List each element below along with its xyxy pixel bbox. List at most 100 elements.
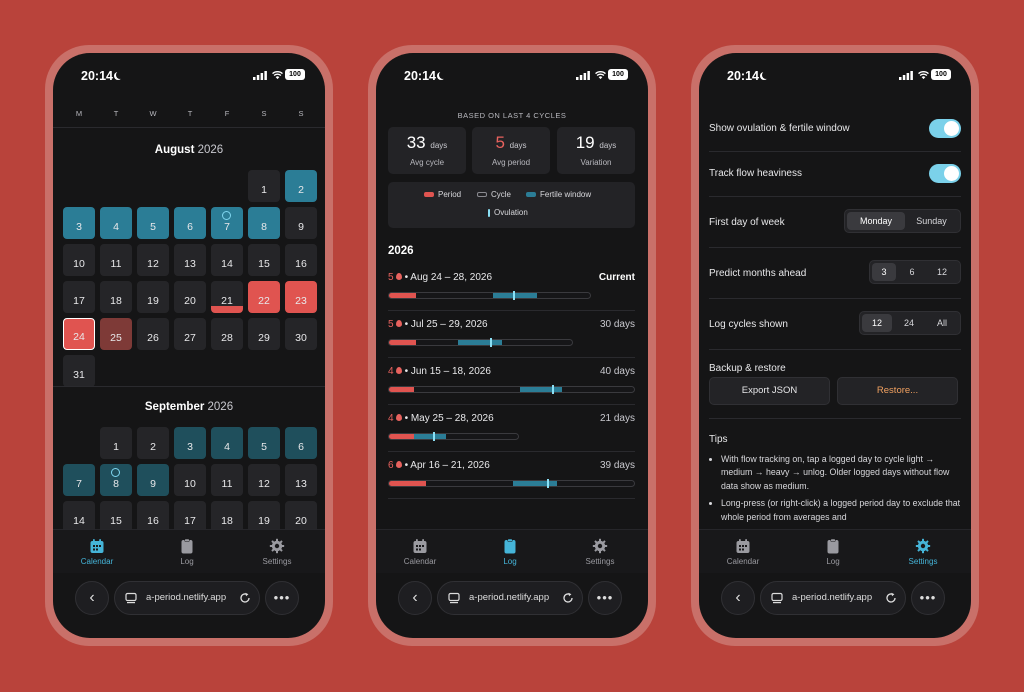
tab-log[interactable]: Log [480, 538, 540, 566]
calendar-day[interactable]: 10 [63, 244, 95, 276]
reload-icon[interactable] [239, 592, 251, 604]
cycle-row[interactable]: 4 • Jun 15 – 18, 2026 40 days [388, 366, 635, 412]
tab-settings[interactable]: Settings [893, 538, 953, 566]
weekday-header: M T W T F S S [63, 109, 315, 121]
chart-legend: Period Cycle Fertile window Ovulation [388, 182, 635, 228]
more-icon: ••• [919, 590, 937, 605]
restore-button[interactable]: Restore... [837, 377, 958, 405]
option-24[interactable]: 24 [892, 314, 926, 332]
calendar-day[interactable]: 7 [211, 207, 243, 239]
calendar-day[interactable]: 9 [137, 464, 169, 496]
more-button[interactable]: ••• [588, 581, 622, 615]
calendar-day[interactable]: 29 [248, 318, 280, 350]
status-time: 20:14 [81, 69, 124, 83]
calendar-day[interactable]: 12 [137, 244, 169, 276]
calendar-day[interactable]: 4 [211, 427, 243, 459]
calendar-day[interactable]: 12 [248, 464, 280, 496]
show-ovulation-toggle[interactable] [929, 119, 961, 138]
stat-label: Variation [580, 158, 612, 167]
gear-icon [915, 538, 931, 554]
calendar-day[interactable]: 2 [285, 170, 317, 202]
divider [709, 349, 961, 350]
cycle-row[interactable]: 4 • May 25 – 28, 2026 21 days [388, 413, 635, 459]
calendar-day[interactable]: 27 [174, 318, 206, 350]
calendar-day[interactable]: 21 [211, 281, 243, 313]
calendar-day[interactable]: 22 [248, 281, 280, 313]
option-monday[interactable]: Monday [847, 212, 905, 230]
setting-label: Track flow heaviness [709, 168, 802, 179]
tab-calendar[interactable]: Calendar [67, 538, 127, 566]
stat-value: 5 days [495, 133, 527, 152]
setting-label: Log cycles shown [709, 319, 788, 330]
more-button[interactable]: ••• [911, 581, 945, 615]
calendar-day[interactable]: 17 [63, 281, 95, 313]
option-6[interactable]: 6 [896, 263, 928, 281]
calendar-day[interactable]: 25 [100, 318, 132, 350]
option-sunday[interactable]: Sunday [905, 212, 958, 230]
calendar-day[interactable]: 13 [174, 244, 206, 276]
calendar-day[interactable]: 11 [211, 464, 243, 496]
calendar-day[interactable]: 1 [100, 427, 132, 459]
url-bar[interactable]: a-period.netlify.app [437, 581, 583, 615]
calendar-day[interactable]: 3 [174, 427, 206, 459]
tab-log[interactable]: Log [157, 538, 217, 566]
calendar-day[interactable]: 7 [63, 464, 95, 496]
url-bar[interactable]: a-period.netlify.app [760, 581, 906, 615]
calendar-day[interactable]: 28 [211, 318, 243, 350]
calendar-day[interactable]: 31 [63, 355, 95, 387]
battery-icon: 100 [608, 69, 628, 80]
calendar-day[interactable]: 1 [248, 170, 280, 202]
calendar-day[interactable]: 20 [174, 281, 206, 313]
calendar-day[interactable]: 9 [285, 207, 317, 239]
tab-calendar[interactable]: Calendar [390, 538, 450, 566]
option-all[interactable]: All [926, 314, 958, 332]
calendar-day[interactable]: 5 [137, 207, 169, 239]
tab-label: Calendar [80, 557, 114, 566]
calendar-day[interactable]: 19 [137, 281, 169, 313]
calendar-day[interactable]: 5 [248, 427, 280, 459]
browser-bar: ‹ a-period.netlify.app ••• [53, 581, 325, 615]
cycle-row[interactable]: 6 • Apr 16 – 21, 2026 39 days [388, 460, 635, 506]
tab-settings[interactable]: Settings [247, 538, 307, 566]
calendar-day[interactable]: 18 [100, 281, 132, 313]
calendar-day[interactable]: 10 [174, 464, 206, 496]
calendar-day[interactable]: 6 [285, 427, 317, 459]
calendar-day[interactable]: 8 [248, 207, 280, 239]
calendar-day[interactable]: 3 [63, 207, 95, 239]
flow-light-marker [211, 306, 243, 313]
url-bar[interactable]: a-period.netlify.app [114, 581, 260, 615]
legend-period: Period [424, 190, 461, 199]
cycle-row[interactable]: 5 • Aug 24 – 28, 2026 Current [388, 272, 635, 318]
calendar-day[interactable]: 16 [285, 244, 317, 276]
option-3[interactable]: 3 [872, 263, 896, 281]
tab-settings[interactable]: Settings [570, 538, 630, 566]
tab-label: Settings [908, 557, 938, 566]
calendar-day[interactable]: 13 [285, 464, 317, 496]
calendar-day[interactable]: 26 [137, 318, 169, 350]
calendar-day[interactable]: 30 [285, 318, 317, 350]
more-button[interactable]: ••• [265, 581, 299, 615]
calendar-day[interactable]: 24 [63, 318, 95, 350]
status-time: 20:14 [404, 69, 447, 83]
back-button[interactable]: ‹ [398, 581, 432, 615]
tab-log[interactable]: Log [803, 538, 863, 566]
back-button[interactable]: ‹ [721, 581, 755, 615]
calendar-day[interactable]: 4 [100, 207, 132, 239]
export-json-button[interactable]: Export JSON [709, 377, 830, 405]
tab-calendar[interactable]: Calendar [713, 538, 773, 566]
calendar-day[interactable]: 6 [174, 207, 206, 239]
option-12[interactable]: 12 [862, 314, 892, 332]
track-flow-toggle[interactable] [929, 164, 961, 183]
reload-icon[interactable] [562, 592, 574, 604]
cycle-row[interactable]: 5 • Jul 25 – 29, 2026 30 days [388, 319, 635, 365]
period-segment [389, 387, 414, 392]
calendar-day[interactable]: 11 [100, 244, 132, 276]
option-12[interactable]: 12 [928, 263, 956, 281]
back-button[interactable]: ‹ [75, 581, 109, 615]
reload-icon[interactable] [885, 592, 897, 604]
calendar-day[interactable]: 14 [211, 244, 243, 276]
calendar-day[interactable]: 23 [285, 281, 317, 313]
calendar-day[interactable]: 15 [248, 244, 280, 276]
calendar-day[interactable]: 2 [137, 427, 169, 459]
calendar-day[interactable]: 8 [100, 464, 132, 496]
